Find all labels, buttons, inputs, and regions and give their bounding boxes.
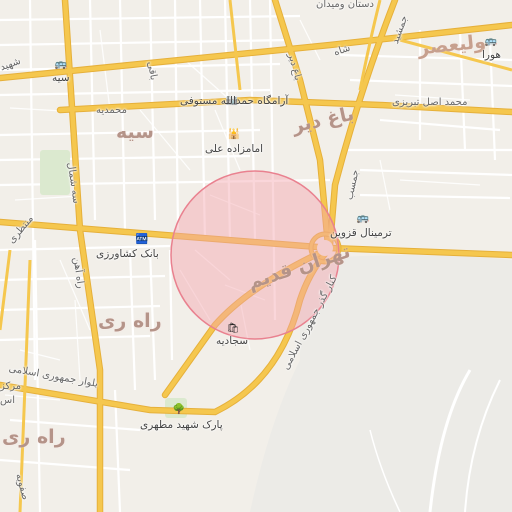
- road-label-mohammadieh: محمدیه: [96, 105, 127, 116]
- poi-label-hora[interactable]: هورا: [482, 50, 501, 61]
- poi-label-bank[interactable]: بانک کشاورزی: [96, 249, 159, 260]
- shrine-icon[interactable]: 🕌: [228, 128, 240, 140]
- bus-icon-hora[interactable]: 🚌: [485, 35, 497, 47]
- road-label-markaz: مرکز: [0, 381, 22, 392]
- tree-icon[interactable]: 🌳: [173, 403, 185, 415]
- poi-label-terminal[interactable]: ترمینال قزوین: [330, 228, 392, 239]
- map-view[interactable]: سیه باغ دیر تهران قدیم راه ری راه ری ولی…: [0, 0, 512, 512]
- road-label-top: دستان ومیدان: [316, 0, 374, 10]
- area-label-rah-ray-2: راه ری: [2, 426, 66, 448]
- road-label-mohammad-asl: محمد اصل تبریزی: [392, 97, 468, 108]
- road-label-es: اس: [0, 395, 15, 406]
- shop-icon[interactable]: 🛍: [227, 322, 240, 334]
- poi-label-park[interactable]: پارک شهید مطهری: [140, 420, 223, 431]
- area-label-seh: سیه: [116, 121, 154, 143]
- road-label-baghi: باقی: [144, 60, 160, 82]
- map-base-layer: [0, 0, 512, 512]
- poi-label-hamdollah[interactable]: آرامگاه حمدالله مستوفی: [180, 96, 288, 107]
- poi-label-sajadieh[interactable]: سجادیه: [216, 336, 248, 347]
- area-label-rah-ray: راه ری: [98, 310, 162, 332]
- bus-icon-terminal[interactable]: 🚌: [357, 212, 369, 224]
- poi-label-seh[interactable]: سیه: [52, 73, 70, 84]
- poi-label-imamzadeh[interactable]: امامزاده علی: [205, 144, 263, 155]
- bus-icon[interactable]: 🚌: [55, 58, 67, 70]
- atm-icon[interactable]: 🏧: [136, 233, 148, 245]
